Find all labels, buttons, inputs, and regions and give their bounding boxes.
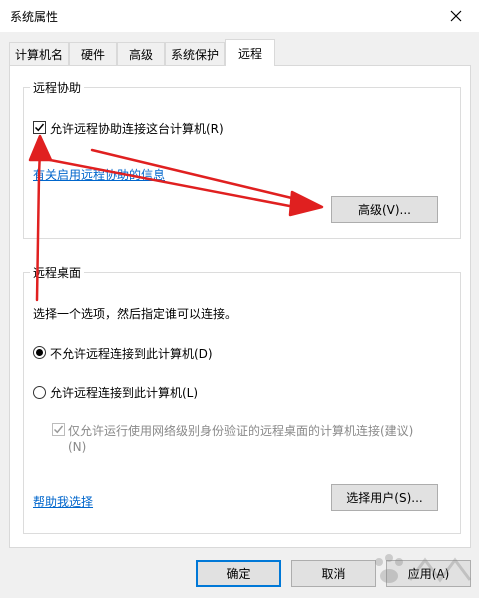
- select-users-button[interactable]: 选择用户(S)...: [331, 484, 438, 511]
- radio-selected-dot: [36, 349, 43, 356]
- remote-assistance-group-label: 远程协助: [30, 79, 85, 96]
- tab-system-protection[interactable]: 系统保护: [165, 42, 225, 65]
- tab-computer-name[interactable]: 计算机名: [9, 42, 69, 65]
- checkmark-icon: [53, 425, 64, 434]
- paw-logo-icon: [375, 554, 472, 583]
- tab-hardware[interactable]: 硬件: [69, 42, 117, 65]
- deny-remote-radio[interactable]: [33, 346, 46, 359]
- allow-remote-radio[interactable]: [33, 386, 46, 399]
- title-bar: 系统属性: [0, 0, 479, 32]
- remote-desktop-instruction: 选择一个选项，然后指定谁可以连接。: [33, 307, 238, 321]
- deny-remote-label[interactable]: 不允许远程连接到此计算机(D): [50, 345, 213, 362]
- cancel-button[interactable]: 取消: [291, 560, 376, 587]
- window-title: 系统属性: [10, 10, 59, 24]
- ok-button[interactable]: 确定: [196, 560, 281, 587]
- close-icon: [450, 10, 462, 22]
- nla-only-checkbox[interactable]: [52, 423, 65, 436]
- remote-desktop-group-label: 远程桌面: [30, 264, 85, 281]
- tab-panel-remote: 远程协助 允许远程协助连接这台计算机(R) 有关启用远程协助的信息 高级(V).…: [9, 65, 471, 548]
- watermark-logo: [365, 550, 475, 594]
- advanced-button[interactable]: 高级(V)...: [331, 196, 438, 223]
- remote-assistance-info-link[interactable]: 有关启用远程协助的信息: [33, 166, 165, 183]
- close-button[interactable]: [433, 0, 479, 32]
- allow-remote-label[interactable]: 允许远程连接到此计算机(L): [50, 384, 198, 401]
- nla-only-label: 仅允许运行使用网络级别身份验证的远程桌面的计算机连接(建议): [68, 424, 414, 438]
- checkmark-icon: [34, 123, 45, 132]
- tab-remote[interactable]: 远程: [225, 39, 275, 66]
- system-properties-window: 系统属性 计算机名 硬件 高级 系统保护 远程 远程协助 允许远程协助连接这台计…: [0, 0, 479, 598]
- tab-advanced[interactable]: 高级: [117, 42, 165, 65]
- help-me-choose-link[interactable]: 帮助我选择: [33, 493, 93, 510]
- allow-remote-assistance-checkbox[interactable]: [33, 121, 46, 134]
- nla-only-label-suffix: (N): [68, 440, 87, 454]
- allow-remote-assistance-label[interactable]: 允许远程协助连接这台计算机(R): [50, 120, 224, 137]
